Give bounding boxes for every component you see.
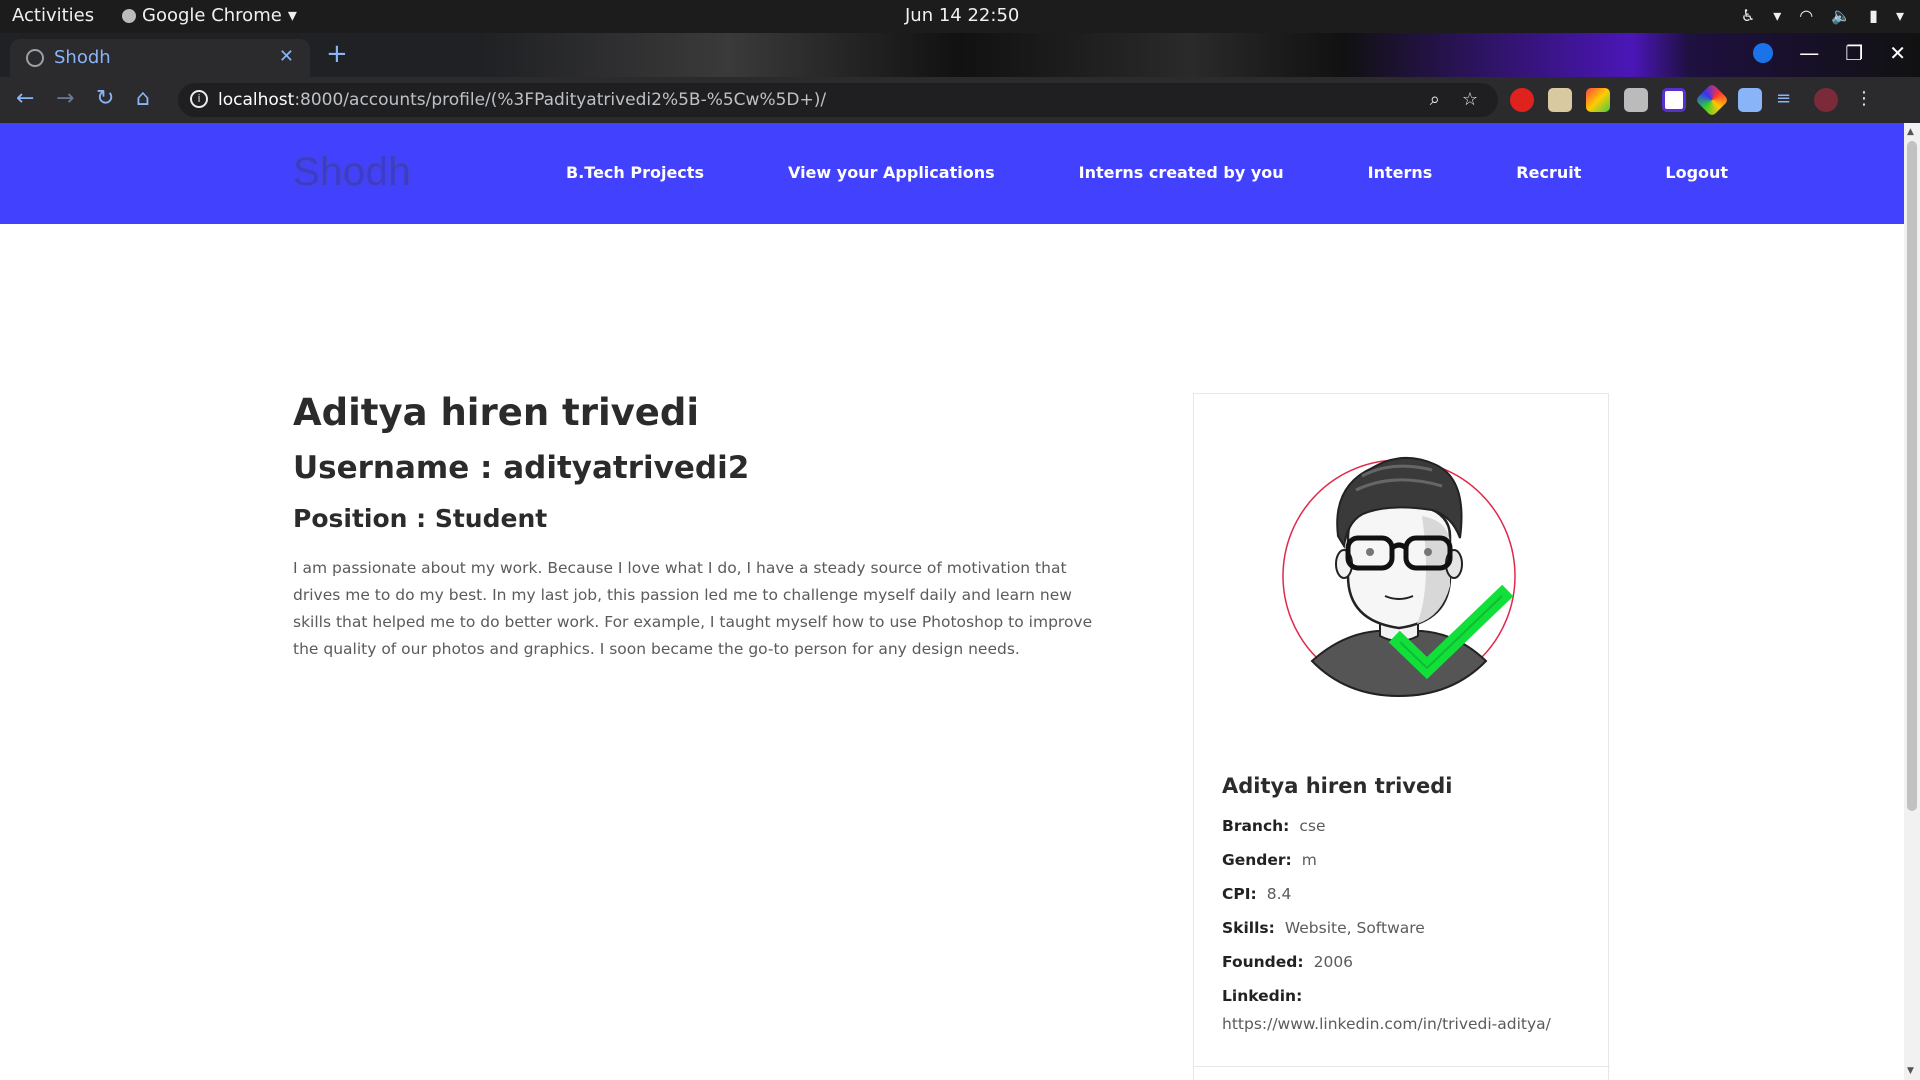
- main-menu: B.Tech Projects View your Applications I…: [566, 163, 1812, 182]
- field-value: 8.4: [1266, 885, 1292, 903]
- profile-position: Position : Student: [293, 504, 548, 533]
- bookmark-star-icon[interactable]: ☆: [1462, 89, 1478, 110]
- gender-field: Gender: m: [1222, 848, 1592, 882]
- linkedin-field: Linkedin: https://www.linkedin.com/in/tr…: [1222, 984, 1592, 1036]
- linkedin-link[interactable]: https://www.linkedin.com/in/trivedi-adit…: [1222, 1012, 1592, 1036]
- address-bar[interactable]: i localhost:8000/accounts/profile/(%3FPa…: [178, 83, 1498, 117]
- new-tab-button[interactable]: +: [326, 39, 348, 69]
- scroll-up-icon[interactable]: ▲: [1907, 127, 1914, 137]
- window-controls: — ❐ ✕: [1753, 41, 1906, 65]
- field-value: m: [1301, 851, 1317, 869]
- cpi-field: CPI: 8.4: [1222, 882, 1592, 916]
- web-page: Shodh B.Tech Projects View your Applicat…: [0, 123, 1904, 1080]
- system-top-bar: Activities Google Chrome ▾ Jun 14 22:50 …: [0, 0, 1920, 33]
- site-navbar: Shodh B.Tech Projects View your Applicat…: [0, 123, 1904, 224]
- browser-tab[interactable]: Shodh ✕: [10, 39, 310, 77]
- field-value: cse: [1299, 817, 1326, 835]
- founded-field: Founded: 2006: [1222, 950, 1592, 984]
- field-label: Gender:: [1222, 851, 1292, 869]
- puzzle-icon[interactable]: [1738, 88, 1762, 112]
- app-menu[interactable]: Google Chrome ▾: [122, 5, 297, 26]
- more-menu-icon[interactable]: ⋮: [1852, 88, 1876, 112]
- extension-icon[interactable]: [1510, 88, 1534, 112]
- close-tab-icon[interactable]: ✕: [279, 46, 294, 67]
- clock[interactable]: Jun 14 22:50: [905, 5, 1019, 26]
- reload-icon[interactable]: ↻: [96, 86, 114, 111]
- omnibox-actions: ⌕ ☆: [1430, 89, 1478, 110]
- divider: [1194, 1066, 1610, 1067]
- profile-main: Aditya hiren trivedi Username : adityatr…: [293, 391, 1113, 663]
- profile-avatar: [1282, 456, 1516, 698]
- chrome-icon: [122, 8, 136, 23]
- nav-interns-created[interactable]: Interns created by you: [1079, 163, 1284, 182]
- profile-details: Branch: cse Gender: m CPI: 8.4 Skills: Websi…: [1222, 814, 1592, 1036]
- wifi-icon: ◠: [1799, 6, 1814, 25]
- chevron-down-icon[interactable]: ▾: [1773, 6, 1781, 25]
- reading-list-icon[interactable]: ≡: [1776, 88, 1800, 112]
- globe-icon: [26, 49, 44, 67]
- nav-view-applications[interactable]: View your Applications: [788, 163, 995, 182]
- chevron-down-icon: ▾: [287, 5, 297, 26]
- zoom-icon[interactable]: ⌕: [1430, 89, 1440, 110]
- skills-field: Skills: Website, Software: [1222, 916, 1592, 950]
- nav-recruit[interactable]: Recruit: [1516, 163, 1581, 182]
- tab-title: Shodh: [54, 47, 111, 68]
- url-path: :8000/accounts/profile/(%3FPadityatrived…: [294, 90, 827, 110]
- browser-toolbar: ← → ↻ ⌂ i localhost:8000/accounts/profil…: [0, 77, 1920, 123]
- nav-logout[interactable]: Logout: [1665, 163, 1728, 182]
- url-text[interactable]: localhost:8000/accounts/profile/(%3FPadi…: [218, 90, 826, 110]
- battery-icon: ▮: [1869, 6, 1878, 25]
- close-window-button[interactable]: ✕: [1889, 41, 1906, 65]
- volume-icon: 🔈: [1831, 6, 1852, 25]
- tab-strip: Shodh ✕ + — ❐ ✕: [0, 33, 1920, 77]
- card-name: Aditya hiren trivedi: [1222, 774, 1453, 798]
- home-icon[interactable]: ⌂: [136, 86, 150, 111]
- system-tray[interactable]: ♿ ▾ ◠ 🔈 ▮ ▾: [1741, 6, 1904, 25]
- profile-card: Aditya hiren trivedi Branch: cse Gender: m…: [1193, 393, 1610, 1080]
- extension-icon[interactable]: [1662, 88, 1686, 112]
- profile-bio: I am passionate about my work. Because I…: [293, 559, 1093, 658]
- field-value: 2006: [1313, 953, 1354, 971]
- activities-button[interactable]: Activities: [12, 5, 94, 26]
- field-label: Linkedin:: [1222, 987, 1303, 1005]
- nav-btech-projects[interactable]: B.Tech Projects: [566, 163, 704, 182]
- accessibility-icon[interactable]: ♿: [1741, 6, 1755, 25]
- branch-field: Branch: cse: [1222, 814, 1592, 848]
- nav-interns[interactable]: Interns: [1368, 163, 1433, 182]
- profile-name: Aditya hiren trivedi: [293, 391, 700, 434]
- forward-icon[interactable]: →: [56, 86, 74, 111]
- minimize-button[interactable]: —: [1799, 41, 1819, 65]
- app-name: Google Chrome: [142, 5, 282, 26]
- url-host: localhost: [218, 90, 295, 110]
- extensions-bar: ≡ ⋮: [1510, 83, 1876, 117]
- maximize-button[interactable]: ❐: [1845, 41, 1863, 65]
- tab-search-icon[interactable]: [1753, 43, 1774, 63]
- scroll-down-icon[interactable]: ▼: [1907, 1066, 1914, 1076]
- chart-extension-icon[interactable]: [1624, 88, 1648, 112]
- extension-icon[interactable]: [1695, 83, 1729, 117]
- back-icon[interactable]: ←: [16, 86, 34, 111]
- info-icon[interactable]: i: [190, 90, 208, 108]
- avatar[interactable]: [1814, 88, 1838, 112]
- site-logo[interactable]: Shodh: [293, 150, 411, 195]
- field-label: Branch:: [1222, 817, 1290, 835]
- extension-icon[interactable]: [1548, 88, 1572, 112]
- field-value: Website, Software: [1284, 919, 1425, 937]
- chevron-down-icon: ▾: [1895, 6, 1904, 25]
- page-scrollbar[interactable]: ▲ ▼: [1904, 123, 1920, 1080]
- profile-username: Username : adityatrivedi2: [293, 450, 750, 486]
- field-label: Founded:: [1222, 953, 1304, 971]
- extension-icon[interactable]: [1586, 88, 1610, 112]
- scrollbar-thumb[interactable]: [1907, 141, 1917, 811]
- field-label: Skills:: [1222, 919, 1275, 937]
- field-label: CPI:: [1222, 885, 1257, 903]
